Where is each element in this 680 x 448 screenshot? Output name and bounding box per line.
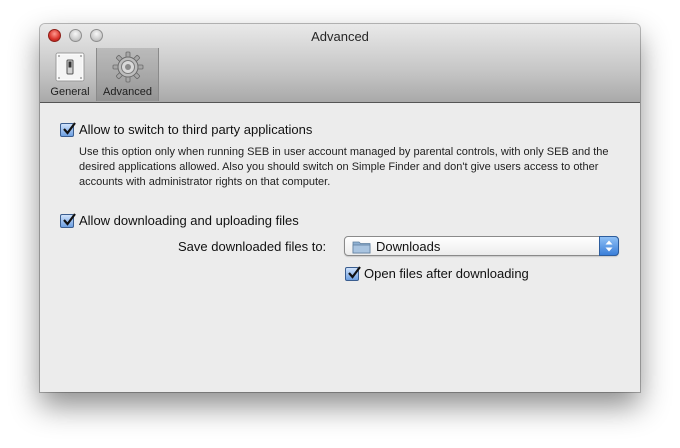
third-party-label: Allow to switch to third party applicati… [79, 122, 313, 137]
tab-general[interactable]: General [42, 48, 98, 101]
open-after-option: Open files after downloading [345, 265, 529, 281]
downloads-option: Allow downloading and uploading files [60, 212, 299, 228]
checkmark-icon [63, 212, 76, 226]
checkmark-icon [348, 265, 361, 279]
advanced-pane: Allow to switch to third party applicati… [40, 103, 640, 392]
third-party-option: Allow to switch to third party applicati… [60, 121, 313, 137]
checkmark-icon [63, 121, 76, 135]
downloads-label: Allow downloading and uploading files [79, 213, 299, 228]
switch-icon [54, 51, 86, 83]
third-party-description: Use this option only when running SEB in… [79, 146, 609, 188]
tab-general-label: General [50, 86, 90, 98]
downloads-checkbox[interactable] [60, 212, 76, 228]
folder-icon [352, 240, 371, 259]
tab-advanced[interactable]: Advanced [96, 48, 159, 101]
preferences-window: Advanced General Advanced Allow to switc… [40, 24, 640, 392]
third-party-checkbox[interactable] [60, 121, 76, 137]
save-location-value: Downloads [376, 239, 441, 254]
tab-advanced-label: Advanced [103, 86, 152, 98]
toolbar: Advanced General Advanced [40, 24, 640, 103]
window-title: Advanced [311, 29, 369, 44]
popup-arrows-icon [599, 236, 619, 256]
save-location-popup[interactable]: Downloads [344, 236, 619, 256]
save-to-label: Save downloaded files to: [178, 239, 327, 254]
gear-icon [112, 51, 144, 83]
open-after-checkbox[interactable] [345, 265, 361, 281]
open-after-label: Open files after downloading [364, 266, 529, 281]
